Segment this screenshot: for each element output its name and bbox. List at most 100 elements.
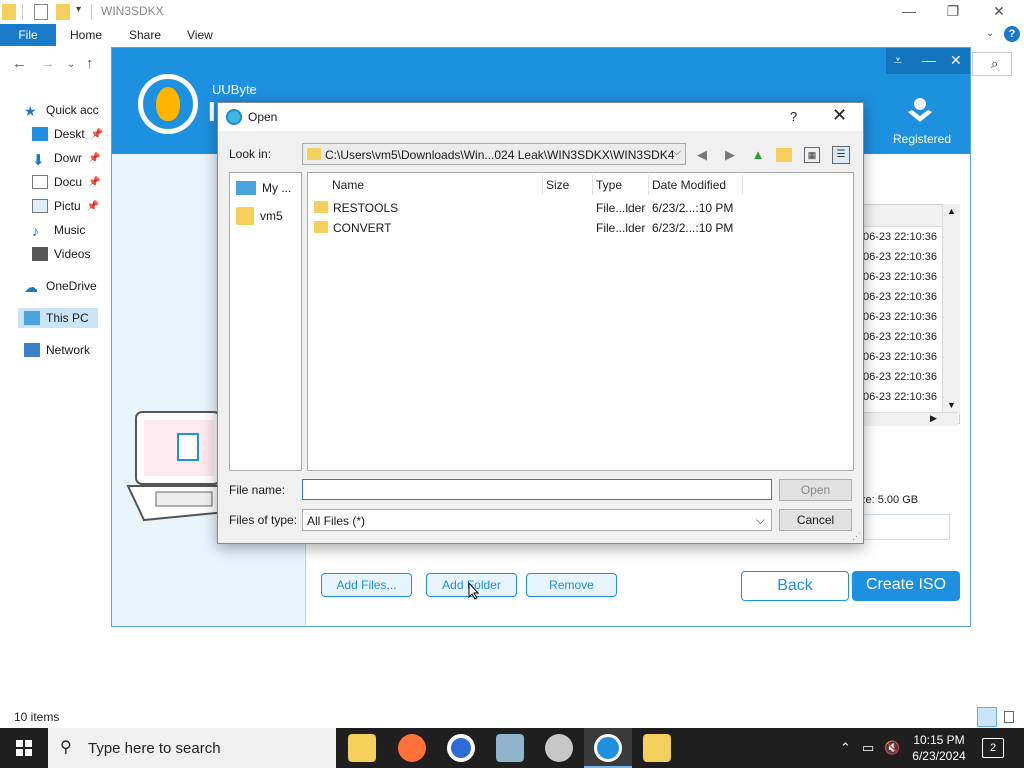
close-button[interactable]: ✕ [976, 0, 1022, 24]
list-scrollbar[interactable]: ▲ ▼ [942, 204, 960, 414]
forward-icon[interactable]: ▶ [720, 145, 740, 165]
list-row-timestamp: 06-23 22:10:36 [863, 331, 938, 343]
browser-icon[interactable] [447, 734, 475, 762]
column-size[interactable]: Size [546, 178, 569, 192]
file-explorer-icon[interactable] [348, 734, 376, 762]
file-row[interactable]: RESTOOLS File...lder 6/23/2...:10 PM [312, 198, 852, 218]
resize-grip-icon[interactable]: ⋰ [852, 531, 861, 542]
close-button[interactable]: ✕ [832, 105, 847, 126]
search-icon: ⚲ [60, 739, 72, 756]
taskbar-clock[interactable]: 10:15 PM 6/23/2024 [900, 732, 978, 764]
computer-icon [24, 311, 40, 325]
place-my-computer[interactable]: My ... [236, 177, 291, 199]
back-button[interactable]: Back [741, 571, 849, 601]
taskbar: ⚲ Type here to search ⌃ ▭ 🔇 10:15 PM 6/2… [0, 728, 1024, 768]
open-button[interactable]: Open [779, 479, 852, 501]
sidebar-item-documents[interactable]: Docu 📌 [32, 172, 100, 192]
network-icon[interactable]: ▭ [862, 740, 874, 756]
sidebar-item-onedrive[interactable]: ☁ OneDrive [24, 276, 97, 296]
minimize-icon[interactable]: — [922, 52, 936, 68]
close-icon[interactable]: ✕ [950, 52, 962, 69]
sidebar-item-this-pc[interactable]: This PC [18, 308, 98, 328]
output-path-field[interactable] [858, 514, 950, 540]
column-date-modified[interactable]: Date Modified [652, 178, 726, 192]
file-type: File...lder [596, 201, 646, 215]
details-view-button[interactable] [977, 707, 997, 727]
up-arrow-icon[interactable]: ↑ [86, 55, 94, 72]
recent-locations-icon[interactable]: ⌄ [67, 59, 75, 70]
remove-button[interactable]: Remove [526, 573, 617, 597]
size-label: ze: 5.00 GB [860, 494, 919, 506]
search-placeholder: Type here to search [88, 740, 221, 757]
sidebar-item-videos[interactable]: Videos [32, 244, 90, 264]
forward-arrow-icon[interactable]: → [40, 55, 55, 72]
file-row[interactable]: CONVERT File...lder 6/23/2...:10 PM [312, 218, 852, 238]
scroll-down-icon[interactable]: ▼ [947, 400, 956, 410]
sidebar-item-network[interactable]: Network [24, 340, 90, 360]
package-icon[interactable] [643, 734, 671, 762]
minimize-button[interactable]: — [886, 0, 932, 24]
column-name[interactable]: Name [332, 178, 364, 192]
place-user-home[interactable]: vm5 [236, 205, 283, 227]
sidebar-item-pictures[interactable]: Pictu 📌 [32, 196, 99, 216]
registered-badge-icon [906, 96, 934, 124]
column-divider [592, 175, 593, 195]
sidebar-item-downloads[interactable]: ⬇ Dowr 📌 [32, 148, 100, 169]
uubyte-taskbar-button[interactable] [584, 728, 632, 768]
start-button[interactable] [0, 728, 48, 768]
column-divider [542, 175, 543, 195]
file-name-input[interactable] [302, 479, 772, 500]
videos-icon [32, 247, 48, 261]
chevron-down-icon[interactable]: ⌄ [986, 28, 994, 39]
sidebar-item-label: Network [46, 343, 91, 357]
create-iso-button[interactable]: Create ISO [852, 571, 960, 601]
large-icons-view-button[interactable] [999, 707, 1019, 727]
new-folder-icon[interactable] [776, 148, 792, 162]
sidebar-item-desktop[interactable]: Deskt 📌 [32, 124, 103, 144]
tab-home[interactable]: Home [70, 28, 102, 42]
back-arrow-icon[interactable]: ← [12, 55, 27, 72]
look-in-combobox[interactable]: C:\Users\vm5\Downloads\Win...024 Leak\WI… [302, 143, 686, 165]
mouse-cursor-icon [468, 581, 480, 600]
sidebar-item-music[interactable]: ♪ Music [32, 220, 85, 240]
places-bar: My ... vm5 [229, 172, 302, 471]
back-icon[interactable]: ◀ [692, 145, 712, 165]
chevron-up-icon[interactable]: ⌃ [840, 740, 851, 756]
cancel-button[interactable]: Cancel [779, 509, 852, 531]
details-view-icon[interactable]: ☰ [832, 146, 850, 164]
column-divider [648, 175, 649, 195]
chevron-down-icon[interactable]: ▾ [76, 4, 81, 15]
taskbar-search[interactable]: ⚲ Type here to search [48, 728, 336, 768]
scroll-up-icon[interactable]: ▲ [947, 206, 956, 216]
notification-center-icon[interactable]: 2 [982, 738, 1004, 758]
folder-icon [307, 148, 321, 160]
new-folder-icon[interactable] [56, 4, 70, 20]
notepad-icon[interactable] [496, 734, 524, 762]
list-view-icon[interactable]: ▦ [804, 147, 820, 163]
windows-logo-icon [16, 740, 23, 747]
documents-icon [32, 175, 48, 189]
maximize-button[interactable]: ❐ [930, 0, 976, 24]
menu-icon[interactable]: ⩡ [894, 52, 902, 69]
window-title: WIN3SDKX [101, 4, 164, 18]
up-folder-icon[interactable]: ▲ [748, 145, 768, 165]
firefox-icon[interactable] [398, 734, 426, 762]
help-button[interactable]: ? [790, 109, 797, 124]
app-icon[interactable] [545, 734, 573, 762]
laptop-illustration [126, 410, 228, 522]
scroll-right-icon[interactable]: ▶ [930, 413, 937, 424]
tab-share[interactable]: Share [129, 28, 161, 42]
sidebar-item-quick-access[interactable]: ★ Quick acc [24, 100, 99, 120]
files-of-type-combobox[interactable]: All Files (*) ⌵ [302, 509, 772, 531]
search-box[interactable]: ⌕ [972, 52, 1012, 76]
add-files-button[interactable]: Add Files... [321, 573, 412, 597]
file-list-view[interactable]: Name Size Type Date Modified RESTOOLS Fi… [307, 172, 854, 471]
properties-icon[interactable] [34, 4, 48, 20]
volume-muted-icon[interactable]: 🔇 [884, 740, 900, 756]
folder-icon [2, 4, 16, 20]
column-type[interactable]: Type [596, 178, 622, 192]
tab-view[interactable]: View [187, 28, 213, 42]
tab-file[interactable]: File [0, 24, 56, 46]
help-icon[interactable]: ? [1004, 26, 1020, 42]
horizontal-scrollbar[interactable]: ▶ [858, 412, 958, 426]
